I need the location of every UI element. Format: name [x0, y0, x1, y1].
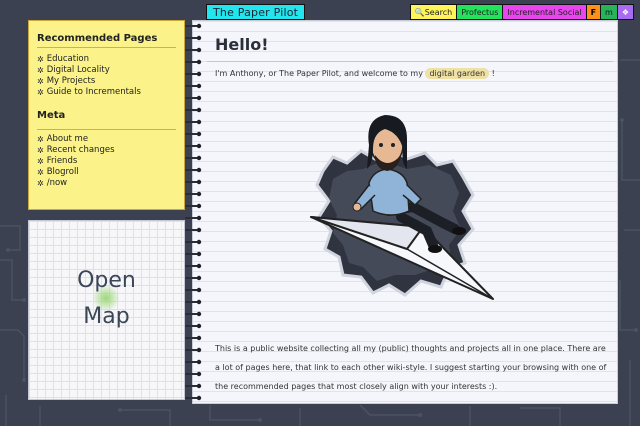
binding-hole [196, 95, 202, 101]
binding-hole [196, 191, 202, 197]
top-navigation: 🔍Search Profectus Incremental Social F m… [409, 4, 634, 20]
digital-garden-link[interactable]: digital garden [425, 68, 490, 79]
sidebar-item-blogroll[interactable]: ✲ Blogroll [37, 167, 176, 178]
search-button[interactable]: 🔍Search [409, 4, 458, 20]
gear-icon: ✲ [37, 77, 44, 86]
sidebar-item-about-me[interactable]: ✲ About me [37, 134, 176, 145]
sidebar-item-recent-changes[interactable]: ✲ Recent changes [37, 145, 176, 156]
binding-hole [196, 23, 202, 29]
binding-hole [196, 299, 202, 305]
binding-hole [196, 347, 202, 353]
gear-icon: ✲ [37, 168, 44, 177]
nav-profectus[interactable]: Profectus [457, 4, 504, 20]
binding-hole [196, 395, 202, 401]
binding-hole [196, 359, 202, 365]
binding-hole [196, 71, 202, 77]
intro-paragraph: This is a public website collecting all … [215, 344, 607, 391]
gear-icon: ✲ [37, 146, 44, 155]
binding-hole [196, 371, 202, 377]
binding-hole [196, 335, 202, 341]
nav-incremental-social[interactable]: Incremental Social [503, 4, 587, 20]
binding-hole [196, 131, 202, 137]
gear-icon: ✲ [37, 88, 44, 97]
sidebar-item-friends[interactable]: ✲ Friends [37, 156, 176, 167]
binding-hole [196, 119, 202, 125]
site-title[interactable]: The Paper Pilot [206, 4, 306, 20]
sidebar-item-now[interactable]: ✲/now [37, 178, 176, 189]
title-divider [207, 61, 613, 62]
binding-hole [196, 203, 202, 209]
nav-m-icon[interactable]: m [601, 4, 618, 20]
page-title: Hello! [215, 35, 269, 54]
notebook-page: Hello! I'm Anthony, or The Paper Pilot, … [192, 20, 618, 404]
binding-hole [196, 383, 202, 389]
binding-hole [196, 47, 202, 53]
binding-hole [196, 263, 202, 269]
gear-icon: ✲ [37, 66, 44, 75]
binding-hole [196, 143, 202, 149]
sidebar-sticky-note: Recommended Pages ✲ Education ✲ Digital Lo… [28, 20, 185, 210]
binding-hole [196, 323, 202, 329]
binding-hole [196, 215, 202, 221]
nav-f-icon[interactable]: F [586, 4, 602, 20]
binding-hole [196, 227, 202, 233]
intro-text: I'm Anthony, or The Paper Pilot, and wel… [215, 68, 495, 79]
sidebar-item-education[interactable]: ✲ Education [37, 54, 176, 65]
binding-hole [196, 287, 202, 293]
sidebar-item-digital-locality[interactable]: ✲ Digital Locality [37, 65, 176, 76]
binding-hole [196, 35, 202, 41]
gear-icon: ✲ [37, 179, 44, 188]
sidebar-item-guide-to-incrementals[interactable]: ✲ Guide to Incrementals [37, 87, 176, 98]
meta-list: ✲ About me ✲ Recent changes ✲ Friends ✲ Blog… [37, 134, 176, 189]
binding-hole [196, 275, 202, 281]
binding-hole [196, 83, 202, 89]
divider [37, 129, 176, 130]
binding-hole [196, 251, 202, 257]
gear-icon: ✲ [37, 135, 44, 144]
open-map-button[interactable]: Open Map [28, 220, 185, 400]
recommended-list: ✲ Education ✲ Digital Locality ✲ My Project… [37, 54, 176, 98]
spiral-binding [185, 23, 202, 401]
nav-plugin-icon[interactable]: ❖ [617, 4, 634, 20]
binding-hole [196, 239, 202, 245]
binding-hole [196, 59, 202, 65]
binding-hole [196, 107, 202, 113]
binding-hole [196, 311, 202, 317]
meta-heading: Meta [37, 110, 66, 121]
binding-hole [196, 167, 202, 173]
binding-hole [196, 179, 202, 185]
recommended-pages-heading: Recommended Pages [37, 33, 176, 48]
open-map-label: Open Map [77, 268, 136, 329]
avatar-paper-plane-illustration [310, 115, 494, 300]
binding-hole [196, 155, 202, 161]
sidebar-item-my-projects[interactable]: ✲ My Projects [37, 76, 176, 87]
gear-icon: ✲ [37, 55, 44, 64]
gear-icon: ✲ [37, 157, 44, 166]
